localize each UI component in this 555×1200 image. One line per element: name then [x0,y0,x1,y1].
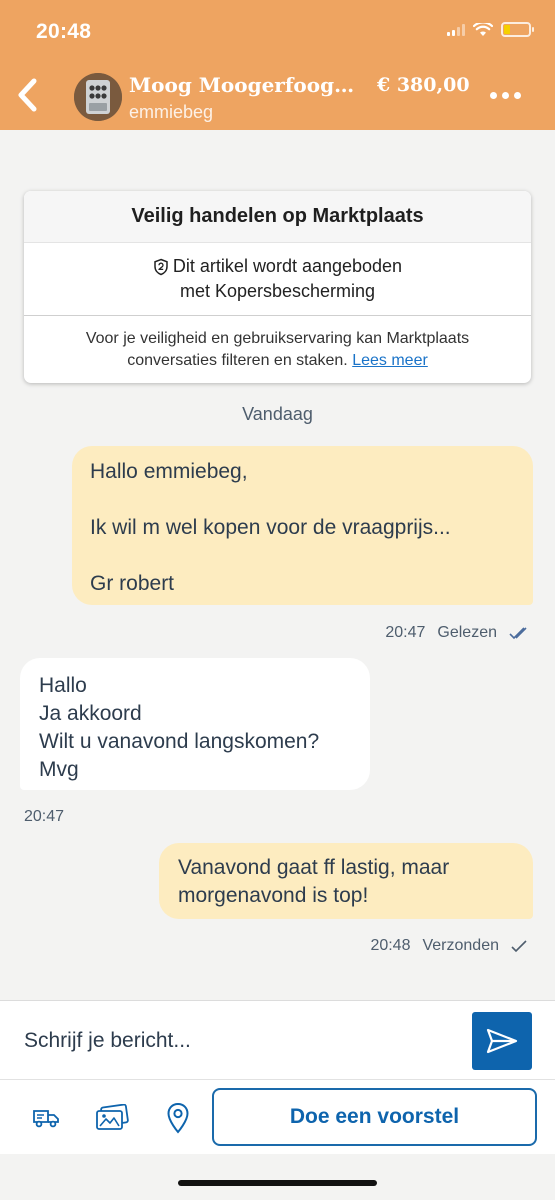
safe-trading-card: Veilig handelen op Marktplaats Dit artik… [24,191,531,383]
status-time: 20:48 [36,20,92,43]
seller-name[interactable]: emmiebeg [129,102,213,123]
safety-info-line-1: Voor je veiligheid en gebruikservaring k… [85,330,470,347]
location-pin-icon [167,1102,189,1134]
safety-info-text: Voor je veiligheid en gebruikservaring k… [24,316,531,372]
back-button[interactable] [10,74,44,116]
message-text: Vanavond gaat ff lastig, maar morgenavon… [178,856,450,907]
more-dot [502,92,509,99]
protection-line-2: met Kopersbescherming [179,281,376,301]
images-icon [96,1104,129,1130]
action-toolbar: Doe een voorstel [0,1080,555,1154]
read-more-link[interactable]: Lees meer [352,352,428,369]
message-status: Gelezen [437,624,497,641]
shield-icon [154,258,168,275]
send-icon [486,1028,518,1054]
message-bubble-outgoing[interactable]: Vanavond gaat ff lastig, maar morgenavon… [159,843,533,919]
pedal-image-icon [74,73,122,121]
message-meta: 20:47 [24,808,64,826]
listing-price: € 380,00 [377,74,470,96]
message-bubble-outgoing[interactable]: Hallo emmiebeg, Ik wil m wel kopen voor … [72,446,533,605]
listing-title[interactable]: Moog Moogerfooger... [129,73,364,97]
more-options-button[interactable] [490,92,521,99]
message-meta: 20:48 Verzonden [370,937,527,955]
make-offer-button[interactable]: Doe een voorstel [212,1088,537,1146]
shipping-button[interactable] [26,1098,66,1138]
buyer-protection-notice: Dit artikel wordt aangeboden met Kopersb… [24,243,531,316]
double-check-icon [509,627,527,640]
battery-icon [501,22,534,37]
message-time: 20:47 [385,624,426,641]
safety-info-line-2: conversaties filteren en staken. [127,352,348,369]
send-button[interactable] [472,1012,532,1070]
status-icons [447,22,534,37]
safe-trading-title: Veilig handelen op Marktplaats [24,191,531,243]
signal-icon [447,23,465,36]
protection-line-1: Dit artikel wordt aangeboden [172,256,403,276]
more-dot [490,92,497,99]
message-composer [0,1000,555,1080]
message-bubble-incoming[interactable]: Hallo Ja akkoord Wilt u vanavond langsko… [20,658,370,790]
message-meta: 20:47 Gelezen [385,624,531,642]
message-text: Hallo Ja akkoord Wilt u vanavond langsko… [39,674,320,781]
message-time: 20:48 [370,937,411,954]
message-text: Hallo emmiebeg, Ik wil m wel kopen voor … [90,460,451,595]
chevron-left-icon [18,78,37,112]
truck-icon [33,1110,59,1128]
location-button[interactable] [158,1098,198,1138]
check-icon [511,940,527,953]
chat-header: 20:48 Moog Moogerfooger... € 380,00 emmi… [0,0,555,130]
message-time: 20:47 [24,808,65,825]
home-indicator[interactable] [178,1180,377,1186]
date-separator: Vandaag [242,404,313,424]
message-input[interactable] [24,1029,444,1053]
wifi-icon [473,22,493,36]
photos-button[interactable] [92,1098,132,1138]
listing-thumbnail[interactable] [74,73,122,121]
more-dot [514,92,521,99]
message-status: Verzonden [422,937,499,954]
